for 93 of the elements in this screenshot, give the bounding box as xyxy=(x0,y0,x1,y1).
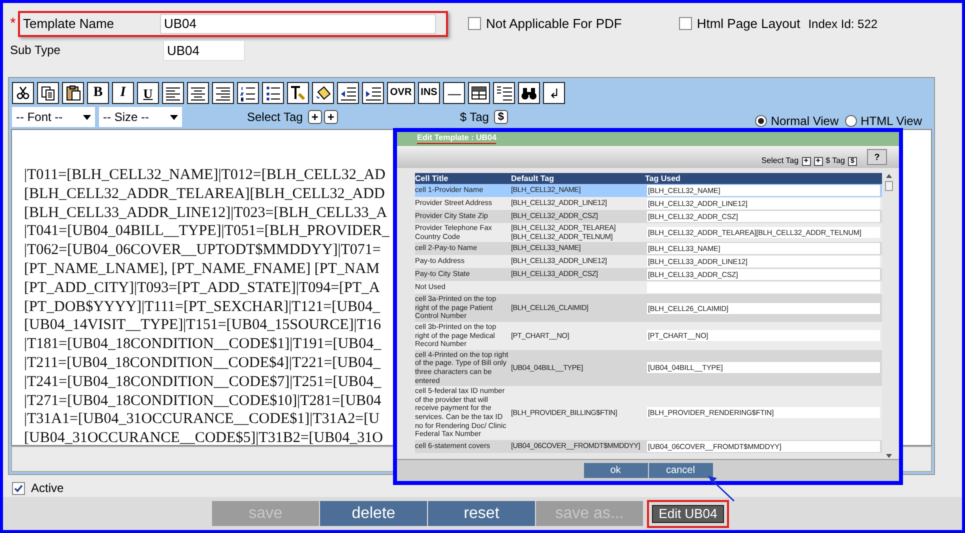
text-line: |T011=[BLH_CELL32_NAME]|T012=[BLH_CELL32_AD xyxy=(24,166,386,185)
toolbar-button[interactable] xyxy=(237,82,259,104)
scissors-icon xyxy=(14,84,32,102)
text-brush-icon xyxy=(289,84,307,102)
select-tag-label: Select Tag xyxy=(247,109,303,126)
toolbar-button[interactable] xyxy=(262,82,284,104)
dropdown-value: -- Font -- xyxy=(16,109,63,126)
table-row[interactable] xyxy=(415,386,882,440)
caret-icon xyxy=(170,114,178,120)
index-id: Index Id: 522 xyxy=(808,16,878,32)
dropdown-value: -- Size -- xyxy=(103,109,149,126)
numbered-list-icon xyxy=(239,84,257,102)
field-label: Template Name xyxy=(22,14,116,33)
font-dropdown[interactable]: -- Font -- xyxy=(12,107,95,127)
checkbox[interactable] xyxy=(678,17,692,30)
paint-bucket-icon xyxy=(314,84,332,102)
required-mark: * xyxy=(10,16,17,31)
dollar-tag-label: $ Tag xyxy=(460,109,489,126)
toolbar-button[interactable] xyxy=(287,82,309,104)
bullet-list-icon xyxy=(264,84,282,102)
toolbar-button[interactable] xyxy=(62,82,84,104)
plus-button[interactable]: + xyxy=(324,110,338,124)
text-line: [PT_ADD_CITY]|T093=[PT_ADD_STATE]|T094=[PT_A xyxy=(24,278,380,298)
toolbar-button[interactable] xyxy=(468,82,490,104)
arrow xyxy=(708,476,735,502)
dialog-button[interactable]: ok xyxy=(584,463,648,478)
toolbar-button[interactable] xyxy=(518,82,540,104)
toolbar-button[interactable]: INS xyxy=(418,82,440,104)
toolbar-button[interactable] xyxy=(37,82,59,104)
radio-label: HTML View xyxy=(860,113,922,130)
toolbar-button[interactable]: I xyxy=(112,82,134,104)
radio-button[interactable] xyxy=(844,115,857,127)
text-line: [BLH_CELL33_ADDR_LINE12]|T023=[BLH_CELL33_A xyxy=(24,204,388,222)
checkbox-label: Not Applicable For PDF xyxy=(486,14,622,33)
toolbar-button[interactable] xyxy=(187,82,209,104)
caret-icon xyxy=(83,114,91,120)
template-name-field[interactable]: UB04 xyxy=(160,14,436,34)
toolbar-button[interactable]: OVR xyxy=(387,82,415,104)
scroll-up-icon[interactable] xyxy=(886,173,892,179)
column-header: Tag Used xyxy=(645,173,682,184)
size-dropdown[interactable]: -- Size -- xyxy=(99,107,182,127)
toolbar-button[interactable] xyxy=(337,82,359,104)
action-button[interactable]: reset xyxy=(428,501,536,526)
radio-button[interactable] xyxy=(754,115,767,127)
edit-button[interactable]: Edit UB04 xyxy=(652,504,724,522)
toolbar-button[interactable] xyxy=(162,82,184,104)
text-line: |T211=[UB04_18CONDITION__CODE$4]|T221=[UB04_ xyxy=(24,354,381,373)
sub-type-field[interactable]: UB04 xyxy=(163,40,245,60)
plus-button[interactable]: + xyxy=(814,156,823,166)
plus-button[interactable]: + xyxy=(802,156,811,166)
dialog-button[interactable]: cancel xyxy=(648,463,712,478)
help-button[interactable]: ? xyxy=(867,149,887,165)
select-tag-label: Select Tag xyxy=(761,155,799,167)
text-line: |T31A1=[UB04_31OCCURANCE__CODE$1]|T31A2=[U xyxy=(24,410,380,430)
plus-button[interactable]: + xyxy=(308,110,322,124)
text-line: |T271=[UB04_18CONDITION__CODE$10]|T281=[UB04 xyxy=(24,392,382,410)
text-line: [BLH_CELL32_ADDR_TELAREA][BLH_CELL32_ADD xyxy=(24,184,385,204)
checkbox[interactable] xyxy=(12,482,25,494)
scroll-thumb[interactable] xyxy=(884,181,893,191)
copy-icon xyxy=(39,84,57,102)
toolbar-button[interactable]: ↲ xyxy=(543,82,566,104)
toolbar-button[interactable]: — xyxy=(443,82,466,104)
dollar-button[interactable]: $ xyxy=(494,110,508,124)
clipboard-icon xyxy=(64,84,82,102)
field-label: Sub Type xyxy=(10,42,62,59)
column-header: Default Tag xyxy=(511,173,555,184)
tag-used-field[interactable] xyxy=(647,282,880,294)
toolbar-button[interactable] xyxy=(493,82,516,104)
text-line: [UB04_14VISIT__TYPE]|T151=[UB04_15SOURCE]|T16 xyxy=(24,316,381,336)
toolbar-button[interactable] xyxy=(362,82,384,104)
toolbar-button[interactable] xyxy=(312,82,334,104)
text-line: |T062=[UB04_06COVER__UPTODT$MMDDYY]|T071= xyxy=(24,241,381,260)
text-line: [UB04_31OCCURANCE__CODE$5]|T31B2=[UB04_31O xyxy=(24,429,383,445)
text-line: |T041=[UB04_04BILL__TYPE]|T051=[BLH_PROVIDER_ xyxy=(24,222,390,242)
table-icon xyxy=(470,84,488,102)
toolbar-button[interactable]: U xyxy=(137,82,159,104)
dollar-tag-label: $ Tag xyxy=(826,155,845,167)
checkbox[interactable] xyxy=(468,17,481,30)
toolbar-button[interactable] xyxy=(12,82,34,104)
toolbar-button[interactable] xyxy=(212,82,234,104)
action-button[interactable]: delete xyxy=(320,501,428,526)
scrollbar[interactable] xyxy=(884,173,893,459)
text-line: [PT_DOB$YYYY]|T111=[PT_SEXCHAR]|T121=[UB04_ xyxy=(24,298,380,316)
radio-label: Normal View xyxy=(770,113,839,130)
text-line: |T241=[UB04_18CONDITION__CODE$7]|T251=[UB04_ xyxy=(24,372,382,392)
checkbox-label: Active xyxy=(31,480,64,497)
dialog-title: Edit Template : UB04 xyxy=(417,134,496,144)
checkbox-label: Html Page Layout xyxy=(696,14,800,33)
toolbar-button[interactable]: B xyxy=(87,82,109,104)
column-header: Cell Title xyxy=(415,173,450,184)
text-line: [PT_NAME_LNAME], [PT_NAME_FNAME] [PT_NAM xyxy=(24,260,380,279)
text-line: |T181=[UB04_18CONDITION__CODE$1]|T191=[UB04_ xyxy=(24,335,382,354)
lines-icon xyxy=(495,84,514,102)
